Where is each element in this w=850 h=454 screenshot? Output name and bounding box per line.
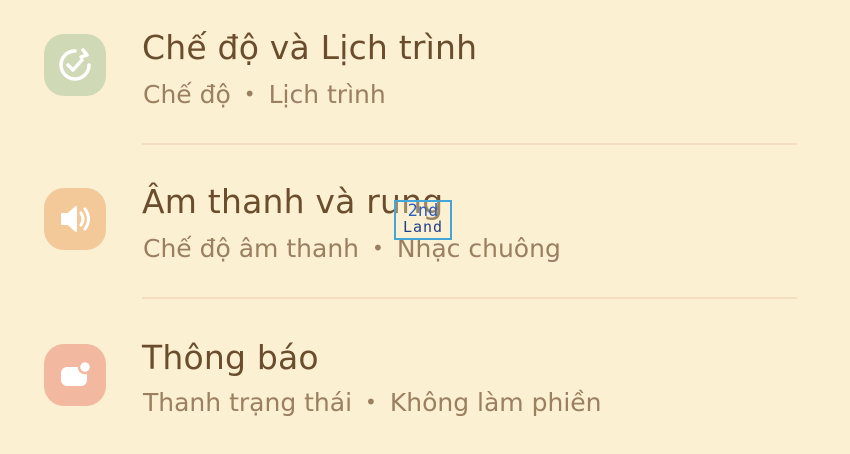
separator-dot: • [243,82,256,106]
settings-item-title: Thông báo [142,338,319,377]
divider [142,297,797,299]
settings-item-subtitle: Chế độ âm thanh • Nhạc chuông [143,234,561,263]
settings-item-subtitle: Chế độ • Lịch trình [143,80,386,109]
settings-list: Chế độ và Lịch trình Chế độ • Lịch trình Â… [0,0,850,454]
subtitle-part: Không làm phiền [389,388,602,417]
watermark-logo: 2nd Land [394,200,452,240]
separator-dot: • [365,390,377,414]
subtitle-part: Thanh trạng thái [143,388,353,417]
divider [142,143,797,145]
separator-dot: • [372,236,384,260]
subtitle-part: Chế độ [143,80,231,109]
subtitle-part: Chế độ âm thanh [143,234,360,263]
speaker-volume-icon [44,188,106,250]
modes-routines-check-icon [44,34,106,96]
notification-badge-icon [44,344,106,406]
settings-item-notifications[interactable]: Thông báo Thanh trạng thái • Không làm phi… [0,300,850,450]
watermark-line: Land [402,218,444,236]
settings-item-subtitle: Thanh trạng thái • Không làm phiền [143,388,602,417]
subtitle-part: Lịch trình [268,80,386,109]
settings-item-modes-routines[interactable]: Chế độ và Lịch trình Chế độ • Lịch trình [0,0,850,142]
settings-item-title: Chế độ và Lịch trình [142,28,478,67]
